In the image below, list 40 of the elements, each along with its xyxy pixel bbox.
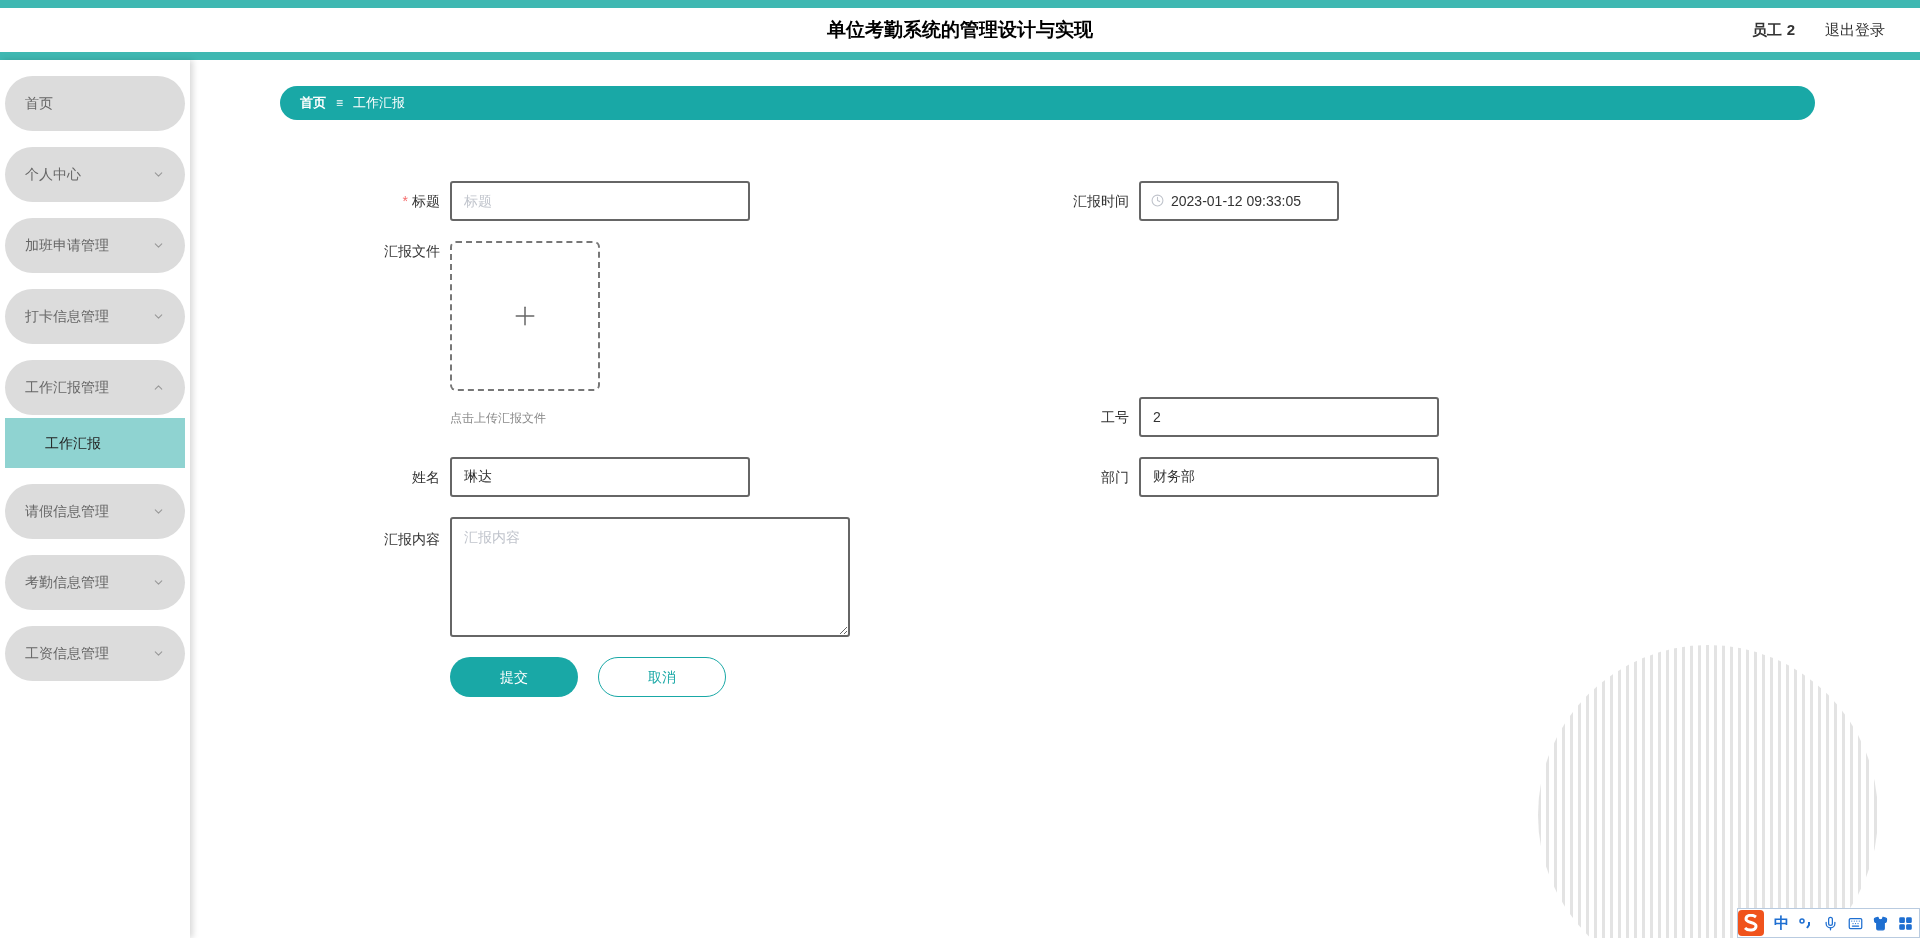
field-label: 工号 <box>1101 407 1129 427</box>
microphone-icon[interactable] <box>1823 915 1838 931</box>
field-label: 汇报内容 <box>384 530 440 549</box>
menu-item[interactable]: 工资信息管理 <box>5 626 185 681</box>
user-name: 员工 2 <box>1752 19 1795 40</box>
textarea-field[interactable]: 汇报内容 <box>450 517 850 637</box>
input-field[interactable]: 财务部 <box>1139 457 1439 497</box>
menu-item[interactable]: 首页 <box>5 76 185 131</box>
breadcrumb-link[interactable]: 工作汇报 <box>353 93 405 113</box>
breadcrumb-link[interactable]: 首页 <box>300 93 326 113</box>
field-label: 标题 <box>412 191 440 211</box>
submit-button[interactable]: 提交 <box>450 657 578 697</box>
menu-item[interactable]: 请假信息管理 <box>5 484 185 539</box>
required-asterisk: * <box>402 191 408 211</box>
menu-item[interactable]: 加班申请管理 <box>5 218 185 273</box>
keyboard-icon[interactable] <box>1848 915 1863 931</box>
input-field[interactable]: 标题 <box>450 181 750 221</box>
punctuation-icon[interactable] <box>1799 917 1813 929</box>
input-field[interactable]: 琳达 <box>450 457 750 497</box>
cancel-button[interactable]: 取消 <box>598 657 726 697</box>
app-title: 单位考勤系统的管理设计与实现 <box>827 17 1093 42</box>
input-mode-toggle[interactable]: 中 <box>1774 911 1789 935</box>
logout-link[interactable]: 退出登录 <box>1825 18 1885 42</box>
breadcrumb-separator: ≡ <box>335 95 344 112</box>
menu-item[interactable]: 个人中心 <box>5 147 185 202</box>
menu-item[interactable]: 考勤信息管理 <box>5 555 185 610</box>
submenu-item[interactable]: 工作汇报 <box>5 418 185 468</box>
input-field[interactable]: 2023-01-12 09:33:05 <box>1139 181 1339 221</box>
menu-item[interactable]: 工作汇报管理 <box>5 360 185 415</box>
field-label: 部门 <box>1101 467 1129 487</box>
upload-hint: 点击上传汇报文件 <box>450 410 547 427</box>
field-label: 汇报文件 <box>384 242 440 261</box>
grid-icon[interactable] <box>1898 915 1913 931</box>
clock-icon <box>1151 194 1164 207</box>
upload-box[interactable] <box>450 241 600 391</box>
menu-item[interactable]: 打卡信息管理 <box>5 289 185 344</box>
field-label: 汇报时间 <box>1073 191 1129 211</box>
field-label: 姓名 <box>412 467 440 487</box>
input-field[interactable]: 2 <box>1139 397 1439 437</box>
shirt-icon[interactable] <box>1873 915 1888 931</box>
